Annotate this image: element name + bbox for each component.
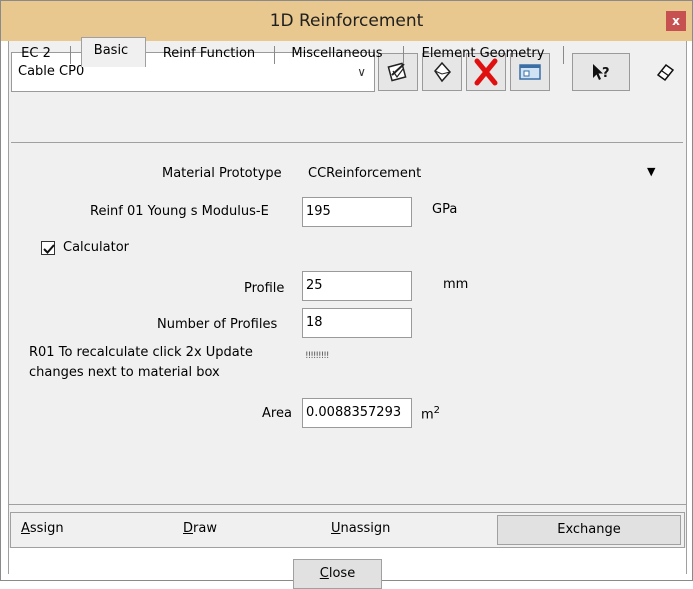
tab-separator (70, 46, 71, 64)
tab-reinf-function[interactable]: Reinf Function (150, 41, 268, 67)
update-marker: !!!!!!!!! (305, 351, 330, 361)
tab-separator (563, 46, 564, 64)
young-modulus-unit: GPa (432, 202, 458, 217)
calculator-checkbox[interactable] (41, 241, 55, 255)
tab-panel-border (11, 142, 683, 143)
footer: Close (9, 548, 686, 589)
material-prototype-label: Material Prototype (162, 166, 282, 181)
number-of-profiles-label: Number of Profiles (157, 317, 278, 332)
action-bar: Assign Draw Unassign Exchange (10, 512, 685, 548)
assign-button[interactable]: Assign (21, 521, 64, 536)
chevron-down-icon[interactable]: ∨ (357, 65, 366, 79)
young-modulus-label: Reinf 01 Young s Modulus-E (90, 204, 269, 219)
tab-element-geometry[interactable]: Element Geometry (409, 41, 557, 67)
young-modulus-input[interactable]: 195 (302, 197, 412, 227)
profile-unit: mm (443, 277, 469, 292)
checkmark-icon (43, 244, 55, 254)
material-prototype-value[interactable]: CCReinforcement (308, 166, 421, 181)
number-of-profiles-input[interactable]: 18 (302, 308, 412, 338)
svg-text:?: ? (602, 66, 610, 81)
dialog-body: Cable CP0 ∨ ? EC 2 Basic Reinf Function … (8, 37, 687, 589)
divider (9, 504, 686, 505)
window-close-button[interactable]: x (666, 11, 686, 31)
close-button[interactable]: Close (293, 559, 382, 589)
profile-input[interactable]: 25 (302, 271, 412, 301)
eraser-icon (656, 63, 675, 82)
calculator-label: Calculator (63, 240, 130, 255)
tab-separator (403, 46, 404, 64)
tab-miscellaneous[interactable]: Miscellaneous (280, 41, 394, 67)
eraser-button[interactable] (651, 53, 679, 91)
recalc-note-line1: R01 To recalculate click 2x Update (29, 345, 253, 360)
window-title: 1D Reinforcement (269, 11, 424, 31)
tab-basic[interactable]: Basic (87, 38, 135, 64)
help-pointer-icon: ? (593, 64, 610, 81)
help-pointer-button[interactable]: ? (572, 53, 630, 91)
area-unit: m2 (421, 405, 440, 422)
exchange-button[interactable]: Exchange (497, 515, 681, 545)
area-unit-exponent: 2 (433, 405, 441, 416)
area-label: Area (262, 406, 292, 421)
draw-button[interactable]: Draw (183, 521, 217, 536)
material-dropdown-icon[interactable]: ▼ (647, 165, 655, 178)
tab-ec2[interactable]: EC 2 (20, 41, 52, 67)
area-unit-base: m (421, 407, 434, 423)
recalc-note-line2: changes next to material box (29, 365, 220, 380)
tab-separator (274, 46, 275, 64)
profile-label: Profile (244, 281, 285, 296)
unassign-button[interactable]: Unassign (331, 521, 390, 536)
area-input[interactable]: 0.0088357293 (302, 398, 412, 428)
dialog-window: 1D Reinforcement x Cable CP0 ∨ ? EC 2 Ba… (0, 0, 693, 589)
